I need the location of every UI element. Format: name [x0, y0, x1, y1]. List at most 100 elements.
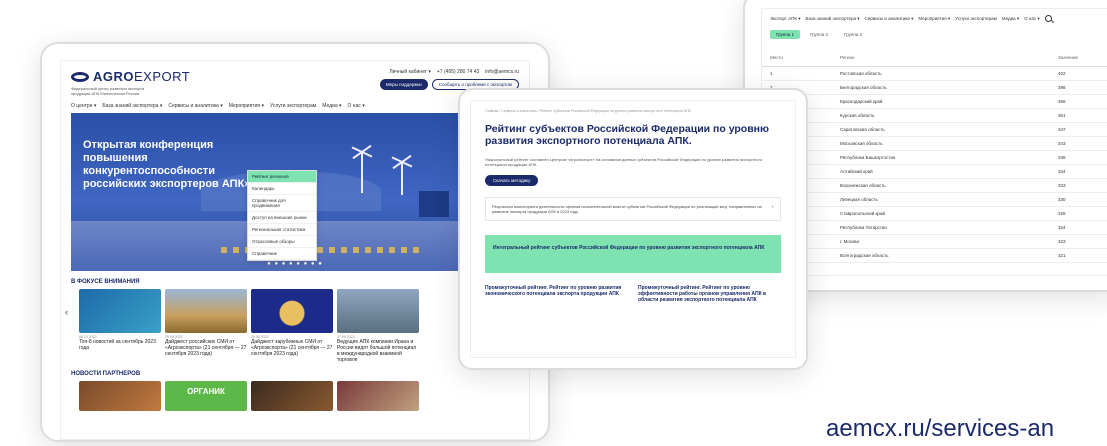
- integral-rating-card[interactable]: Интегральный рейтинг субъектов Российско…: [485, 235, 781, 273]
- carousel-dots[interactable]: ● ● ● ● ● ● ● ●: [71, 261, 519, 267]
- row-value: 358: [1050, 94, 1107, 109]
- agroexport-logo[interactable]: AGROEXPORT: [71, 69, 190, 84]
- tab-group-3[interactable]: Группа 3: [838, 30, 868, 39]
- row-region: Ставропольский край: [832, 206, 1050, 221]
- intermediate-ratings: Промежуточный рейтинг. Рейтинг по уровню…: [485, 285, 781, 303]
- news-card[interactable]: 29.09.2023 Дайджест российских СМИ от «А…: [165, 289, 247, 363]
- partners-heading: НОВОСТИ ПАРТНЕРОВ: [71, 371, 141, 377]
- email-link[interactable]: info@aemcx.ru: [485, 69, 519, 75]
- news-title: Топ-8 новостей за сентябрь 2023 года: [79, 339, 156, 351]
- table-row: 4Курская область351: [762, 108, 1107, 123]
- windmill-icon: [361, 153, 363, 193]
- row-region: Воронежская область: [832, 178, 1050, 193]
- partners-row: ОРГАНИК: [61, 381, 529, 411]
- row-region: Липецкая область: [832, 192, 1050, 207]
- nav-item[interactable]: База знаний экспортера ▾: [102, 103, 162, 109]
- chevron-left-icon[interactable]: ‹: [65, 307, 68, 317]
- right-nav: Экспорт АПК ▾ База знаний экспортера ▾ С…: [762, 9, 1107, 28]
- url-caption: aemcx.ru/services-an: [826, 415, 1055, 442]
- row-region: Ростовская область: [832, 66, 1050, 81]
- tab-group-2[interactable]: Группа 2: [804, 30, 834, 39]
- row-value: 330: [1050, 192, 1107, 207]
- row-value: 351: [1050, 108, 1107, 123]
- table-row: 13г. Москва323: [762, 234, 1107, 249]
- row-value: 402: [1050, 66, 1107, 81]
- dropdown-item[interactable]: Доступ на внешние рынки: [248, 212, 316, 224]
- services-dropdown: Рейтинг регионов Календарь Справочник дл…: [247, 170, 317, 261]
- monitoring-accordion[interactable]: Результаты мониторинга деятельности орга…: [485, 197, 781, 221]
- nav-item[interactable]: Мероприятия ▾: [229, 103, 264, 109]
- table-row: 14Волгоградская область321: [762, 248, 1107, 263]
- nav-item[interactable]: Услуги экспортерам: [270, 103, 316, 109]
- nav-item-services[interactable]: Сервисы и аналитика ▾: [168, 103, 222, 109]
- row-value: 338: [1050, 150, 1107, 165]
- nav-item[interactable]: О нас ▾: [1024, 16, 1040, 22]
- news-card[interactable]: 29.09.2023 Дайджест зарубежных СМИ от «А…: [251, 289, 333, 363]
- group-tabs: Группа 1 Группа 2 Группа 3: [762, 28, 1107, 45]
- partner-image[interactable]: [251, 381, 333, 411]
- partner-organic[interactable]: ОРГАНИК: [165, 381, 247, 411]
- breadcrumb[interactable]: Главная / Сервисы и аналитика / Рейтинг …: [471, 101, 795, 113]
- news-card[interactable]: 27.09.2023 Ведущие АПК компании Ирана и …: [337, 289, 419, 363]
- news-image: [251, 289, 333, 333]
- row-region: Курская область: [832, 108, 1050, 123]
- efficiency-rating-link[interactable]: Промежуточный рейтинг. Рейтинг по уровню…: [638, 285, 781, 303]
- news-card[interactable]: 06.10.2023 Топ-8 новостей за сентябрь 20…: [79, 289, 161, 363]
- logo-bold: AGRO: [93, 69, 134, 84]
- search-icon[interactable]: [1044, 15, 1052, 22]
- economic-rating-link[interactable]: Промежуточный рейтинг. Рейтинг по уровню…: [485, 285, 628, 303]
- nav-item[interactable]: Медиа ▾: [1002, 16, 1019, 22]
- table-row: 11Ставропольский край328: [762, 206, 1107, 221]
- table-row: 5Саратовская область347: [762, 122, 1107, 137]
- table-row: 6Московская область343: [762, 136, 1107, 151]
- partner-image[interactable]: [79, 381, 161, 411]
- row-region: Белгородская область: [832, 80, 1050, 95]
- nav-item[interactable]: База знаний экспортера ▾: [805, 16, 859, 22]
- page-title: Рейтинг субъектов Российской Федерации п…: [485, 123, 769, 147]
- dropdown-item[interactable]: Справочник для продвижения: [248, 195, 316, 212]
- partner-image[interactable]: [337, 381, 419, 411]
- tablet-middle: Главная / Сервисы и аналитика / Рейтинг …: [458, 88, 808, 370]
- row-value: 323: [1050, 234, 1107, 249]
- row-value: 398: [1050, 80, 1107, 95]
- nav-item[interactable]: Экспорт АПК ▾: [770, 16, 800, 22]
- dropdown-item[interactable]: Календарь: [248, 183, 316, 195]
- news-image: [79, 289, 161, 333]
- row-region: г. Москва: [832, 234, 1050, 249]
- dropdown-item[interactable]: Региональная статистика: [248, 224, 316, 236]
- logo-subtitle: Федеральный центр развития экспорта прод…: [71, 86, 145, 96]
- nav-item[interactable]: Сервисы и аналитика ▾: [864, 16, 913, 22]
- row-value: 334: [1050, 164, 1107, 179]
- nav-item[interactable]: Мероприятия ▾: [918, 16, 950, 22]
- rating-table-screen: Экспорт АПК ▾ База знаний экспортера ▾ С…: [761, 8, 1107, 276]
- nav-item[interactable]: О нас ▾: [348, 103, 365, 109]
- nav-item[interactable]: Медиа ▾: [322, 103, 341, 109]
- support-button[interactable]: Меры поддержки: [379, 79, 428, 90]
- row-place: 1: [762, 66, 832, 81]
- row-value: 347: [1050, 122, 1107, 137]
- dropdown-item[interactable]: Отраслевые обзоры: [248, 236, 316, 248]
- rating-table: Место Регион Значение 1 Ростовская област…: [762, 49, 1107, 263]
- dropdown-item[interactable]: Справочник: [248, 248, 316, 260]
- phone-link[interactable]: +7 (495) 280 74 43: [437, 69, 479, 75]
- table-row: 7Республика Башкортостан338: [762, 150, 1107, 165]
- site-header: AGROEXPORT Федеральный центр развития эк…: [61, 61, 529, 96]
- table-row: 12Республика Татарстан324: [762, 220, 1107, 235]
- row-value: 321: [1050, 248, 1107, 263]
- download-methodology-button[interactable]: Скачать методику: [485, 175, 539, 186]
- dropdown-item-rating[interactable]: Рейтинг регионов: [248, 171, 316, 183]
- account-link[interactable]: Личный кабинет ▾: [389, 69, 431, 75]
- news-image: [165, 289, 247, 333]
- nav-item[interactable]: Услуги экспортерам: [955, 16, 997, 21]
- row-region: Алтайский край: [832, 164, 1050, 179]
- logo-light: EXPORT: [134, 69, 191, 84]
- table-row: 3Краснодарский край358: [762, 94, 1107, 109]
- tab-group-1[interactable]: Группа 1: [770, 30, 801, 39]
- plus-icon[interactable]: +: [772, 204, 774, 214]
- table-row: 9Воронежская область333: [762, 178, 1107, 193]
- news-title: Дайджест российских СМИ от «Агроэкспорта…: [165, 339, 247, 357]
- col-region: Регион: [832, 49, 1050, 67]
- table-row: 10Липецкая область330: [762, 192, 1107, 207]
- row-value: 328: [1050, 206, 1107, 221]
- nav-item[interactable]: О центре ▾: [71, 103, 96, 109]
